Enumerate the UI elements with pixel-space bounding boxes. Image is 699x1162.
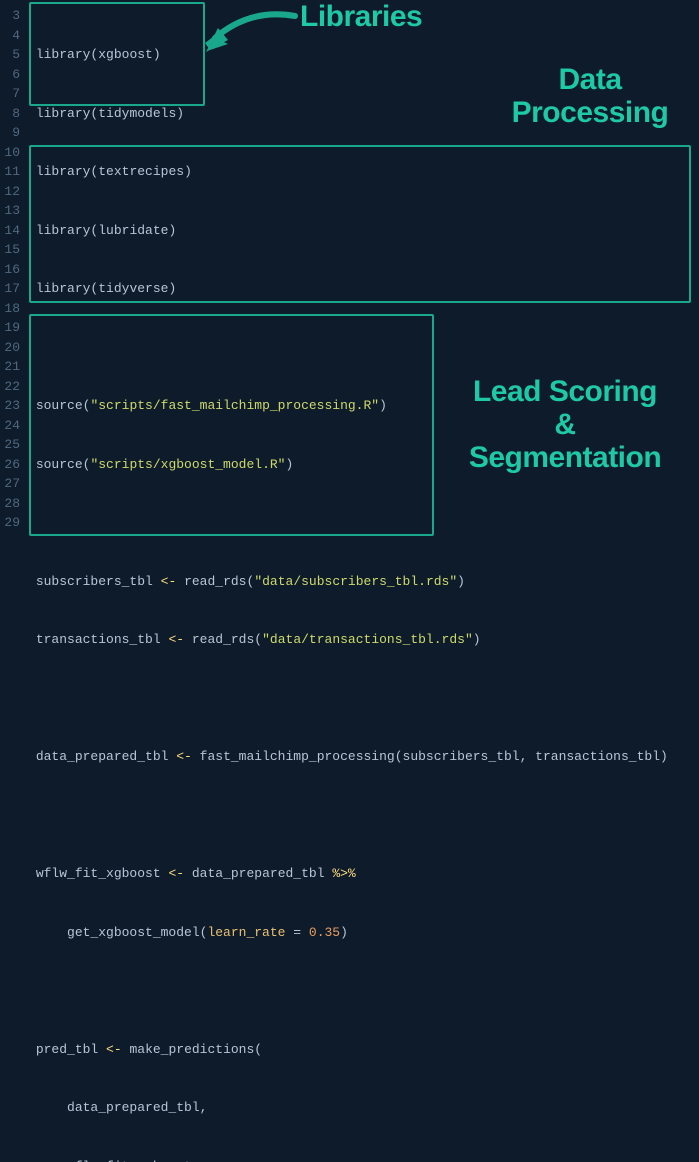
line-number: 18: [0, 299, 20, 319]
line-number: 15: [0, 240, 20, 260]
line-number: 23: [0, 396, 20, 416]
annotation-box-data-processing: [29, 145, 691, 303]
line-number: 7: [0, 84, 20, 104]
code-line[interactable]: pred_tbl <- make_predictions(: [28, 1040, 699, 1060]
code-line[interactable]: data_prepared_tbl <- fast_mailchimp_proc…: [28, 747, 699, 767]
code-line[interactable]: data_prepared_tbl,: [28, 1098, 699, 1118]
code-line[interactable]: wflw_fit_xgboost <- data_prepared_tbl %>…: [28, 864, 699, 884]
line-number: 14: [0, 221, 20, 241]
line-number: 13: [0, 201, 20, 221]
line-number: 29: [0, 513, 20, 533]
line-number-gutter: 3 4 5 6 7 8 9 10 11 12 13 14 15 16 17 18…: [0, 6, 28, 1162]
line-number: 11: [0, 162, 20, 182]
code-line[interactable]: wflw_fit_xgboost,: [28, 1157, 699, 1162]
annotation-label-data-processing: DataProcessing: [495, 63, 685, 129]
line-number: 24: [0, 416, 20, 436]
line-number: 28: [0, 494, 20, 514]
line-number: 17: [0, 279, 20, 299]
line-number: 10: [0, 143, 20, 163]
line-number: 26: [0, 455, 20, 475]
annotation-box-libraries: [29, 2, 205, 106]
annotation-box-lead-scoring: [29, 314, 434, 536]
line-number: 5: [0, 45, 20, 65]
line-number: 20: [0, 338, 20, 358]
line-number: 9: [0, 123, 20, 143]
line-number: 4: [0, 26, 20, 46]
code-line[interactable]: [28, 806, 699, 826]
line-number: 19: [0, 318, 20, 338]
line-number: 25: [0, 435, 20, 455]
code-line[interactable]: transactions_tbl <- read_rds("data/trans…: [28, 630, 699, 650]
code-line[interactable]: subscribers_tbl <- read_rds("data/subscr…: [28, 572, 699, 592]
line-number: 6: [0, 65, 20, 85]
line-number: 21: [0, 357, 20, 377]
code-line[interactable]: [28, 981, 699, 1001]
line-number: 22: [0, 377, 20, 397]
line-number: 3: [0, 6, 20, 26]
code-line[interactable]: get_xgboost_model(learn_rate = 0.35): [28, 923, 699, 943]
line-number: 8: [0, 104, 20, 124]
annotation-label-lead-scoring: Lead Scoring&Segmentation: [440, 375, 690, 474]
line-number: 12: [0, 182, 20, 202]
annotation-label-libraries: Libraries: [300, 0, 422, 33]
line-number: 16: [0, 260, 20, 280]
code-line[interactable]: [28, 689, 699, 709]
line-number: 27: [0, 474, 20, 494]
